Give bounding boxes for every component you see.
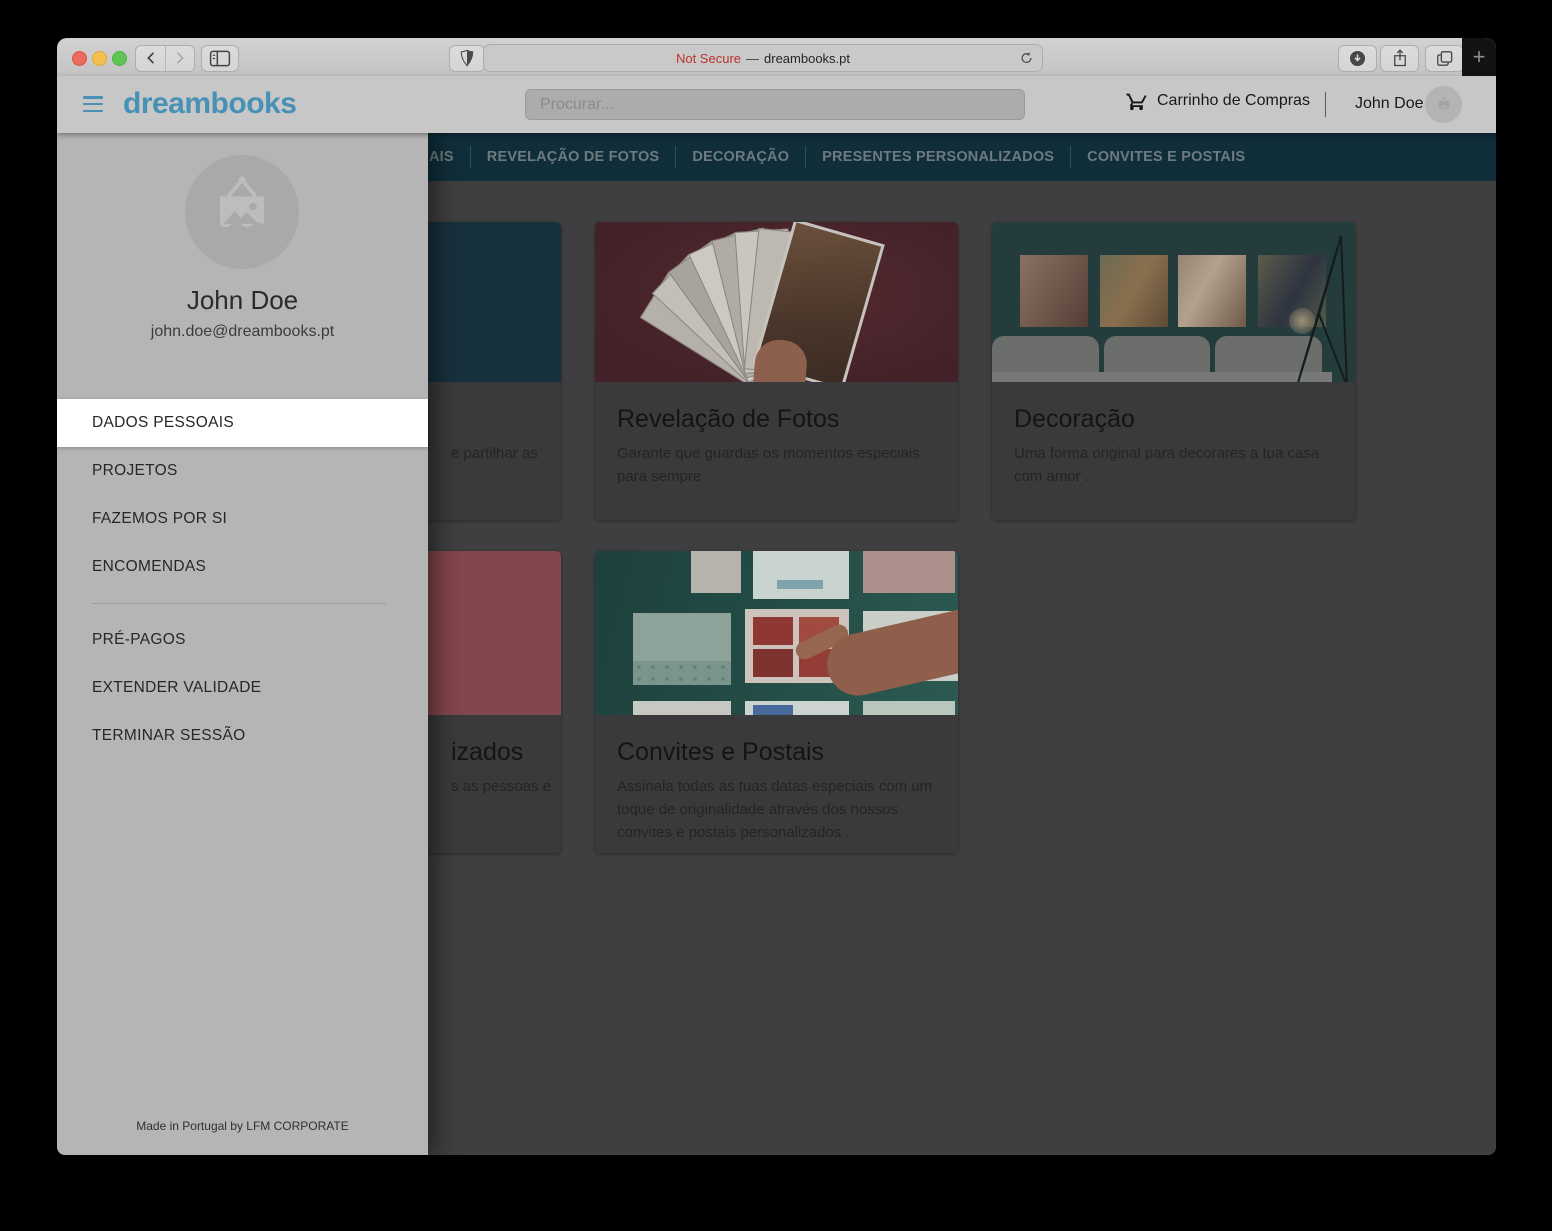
window-zoom-button[interactable]: [112, 51, 127, 66]
product-card-revelacao-de-fotos[interactable]: Revelação de Fotos Garante que guardas o…: [595, 222, 958, 520]
decor-shape: [691, 551, 741, 593]
menu-item-encomendas[interactable]: ENCOMENDAS: [57, 543, 428, 591]
nav-item-revelacao-de-fotos[interactable]: REVELAÇÃO DE FOTOS: [487, 149, 660, 165]
menu-item-extender-validade[interactable]: EXTENDER VALIDADE: [57, 664, 428, 712]
photo-frame-icon: [198, 168, 286, 256]
background-window-new-tab-button[interactable]: +: [1462, 38, 1496, 76]
address-separator: —: [746, 51, 759, 66]
decor-shape: [1020, 255, 1088, 327]
tab-overview-button[interactable]: [1425, 45, 1464, 72]
reload-button[interactable]: [1019, 50, 1034, 66]
sidebar-toggle-button[interactable]: [201, 45, 239, 72]
download-icon: [1348, 49, 1367, 68]
photo-frame-icon: [1434, 95, 1454, 115]
card-body: Decoração Uma forma original para decora…: [992, 382, 1355, 512]
card-title: Revelação de Fotos: [617, 402, 936, 436]
nav-separator: [805, 146, 806, 168]
menu-item-dados-pessoais[interactable]: DADOS PESSOAIS: [57, 399, 428, 447]
header-divider: [1325, 92, 1326, 117]
decor-shape: [753, 551, 849, 599]
browser-window: Not Secure — dreambooks.pt: [57, 38, 1496, 1155]
cart-icon: [1125, 90, 1148, 112]
card-title: Convites e Postais: [617, 735, 936, 769]
product-card-convites-e-postais[interactable]: Convites e Postais Assinala todas as tua…: [595, 551, 958, 853]
nav-item-presentes-personalizados[interactable]: PRESENTES PERSONALIZADOS: [822, 149, 1054, 165]
nav-item-partial[interactable]: AIS: [429, 149, 454, 165]
tabs-icon: [1435, 49, 1454, 68]
drawer-user-name: John Doe: [57, 285, 428, 316]
user-name-label[interactable]: John Doe: [1355, 95, 1424, 113]
url-text: dreambooks.pt: [764, 51, 850, 66]
card-description: Garante que guardas os momentos especiai…: [617, 442, 936, 488]
back-button[interactable]: [137, 46, 165, 71]
nav-separator: [675, 146, 676, 168]
drawer-avatar: [185, 155, 299, 269]
menu-item-pre-pagos[interactable]: PRÉ-PAGOS: [57, 616, 428, 664]
menu-item-terminar-sessao[interactable]: TERMINAR SESSÃO: [57, 712, 428, 760]
card-body: Revelação de Fotos Garante que guardas o…: [595, 382, 958, 512]
card-body: Convites e Postais Assinala todas as tua…: [595, 715, 958, 853]
decor-shape: [633, 613, 731, 685]
security-status: Not Secure: [676, 51, 741, 66]
plus-icon: +: [1473, 44, 1486, 70]
drawer-menu: DADOS PESSOAIS PROJETOS FAZEMOS POR SI E…: [57, 399, 428, 760]
card-title: Decoração: [1014, 402, 1333, 436]
decor-shape: [1100, 255, 1168, 327]
menu-divider: [92, 603, 386, 604]
card-description: Assinala todas as tuas datas especiais c…: [617, 775, 936, 844]
nav-separator: [470, 146, 471, 168]
downloads-button[interactable]: [1338, 45, 1377, 72]
cart-button[interactable]: Carrinho de Compras: [1125, 90, 1310, 112]
card-description: Uma forma original para decorares a tua …: [1014, 442, 1333, 488]
decor-shape: [745, 701, 849, 715]
card-image-convites: [595, 551, 958, 715]
share-icon: [1391, 48, 1409, 68]
product-card-decoracao[interactable]: Decoração Uma forma original para decora…: [992, 222, 1355, 520]
cart-label: Carrinho de Compras: [1157, 92, 1310, 110]
sidebar-icon: [209, 50, 231, 67]
privacy-report-button[interactable]: [449, 45, 485, 72]
forward-button[interactable]: [165, 46, 194, 71]
card-image-revelacao: [595, 222, 958, 382]
reload-icon: [1019, 50, 1034, 66]
address-bar[interactable]: Not Secure — dreambooks.pt: [483, 44, 1043, 72]
shield-icon: [459, 49, 475, 67]
drawer-user-email: john.doe@dreambooks.pt: [57, 323, 428, 341]
browser-toolbar: Not Secure — dreambooks.pt: [57, 38, 1496, 77]
card-image-decoracao: [992, 222, 1355, 382]
decor-shape: [1289, 308, 1315, 334]
site-header: dreambooks Carrinho de Compras John Doe: [57, 76, 1496, 133]
chevron-left-icon: [143, 50, 159, 66]
account-drawer: John Doe john.doe@dreambooks.pt DADOS PE…: [57, 133, 428, 1155]
decor-shape: [1178, 255, 1246, 327]
nav-item-convites-e-postais[interactable]: CONVITES E POSTAIS: [1087, 149, 1245, 165]
menu-button[interactable]: [83, 96, 103, 112]
history-nav-buttons: [135, 45, 195, 72]
nav-separator: [1070, 146, 1071, 168]
share-button[interactable]: [1380, 45, 1419, 72]
search-input[interactable]: [525, 89, 1025, 120]
user-avatar[interactable]: [1425, 86, 1462, 123]
menu-item-fazemos-por-si[interactable]: FAZEMOS POR SI: [57, 495, 428, 543]
window-minimize-button[interactable]: [92, 51, 107, 66]
drawer-footer-text: Made in Portugal by LFM CORPORATE: [57, 1119, 428, 1133]
nav-item-decoracao[interactable]: DECORAÇÃO: [692, 149, 789, 165]
hamburger-icon: [83, 96, 103, 99]
decor-shape: [992, 372, 1332, 382]
decor-shape: [633, 701, 731, 715]
chevron-right-icon: [172, 50, 188, 66]
decor-shape: [863, 701, 955, 715]
decor-shape: [863, 551, 955, 593]
menu-item-projetos[interactable]: PROJETOS: [57, 447, 428, 495]
window-close-button[interactable]: [72, 51, 87, 66]
site-logo[interactable]: dreambooks: [123, 87, 296, 121]
